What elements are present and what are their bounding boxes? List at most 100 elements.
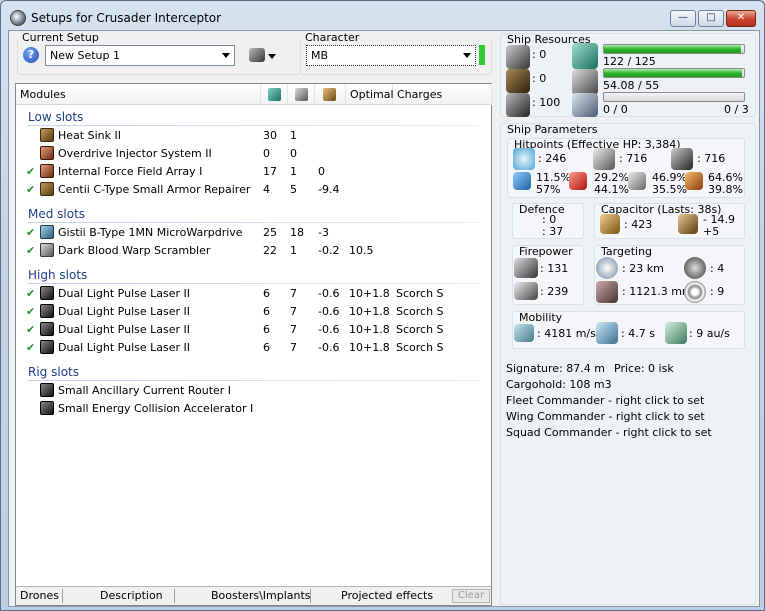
max-targets-icon xyxy=(684,257,706,279)
armor-icon xyxy=(593,148,615,170)
module-row[interactable]: ✔ Internal Force Field Array I 17 1 0 xyxy=(16,163,491,181)
module-row[interactable]: Small Ancillary Current Router I xyxy=(16,382,491,400)
help-icon[interactable]: ? xyxy=(23,47,39,63)
section-title: Med slots xyxy=(28,207,86,221)
col-modules[interactable]: Modules xyxy=(16,84,261,105)
maximize-button[interactable]: □ xyxy=(698,10,724,27)
overdrive-icon xyxy=(40,146,54,160)
tab-separator xyxy=(310,589,311,603)
armor-repairer-icon xyxy=(40,182,54,196)
module-row[interactable]: Overdrive Injector System II 0 0 xyxy=(16,145,491,163)
module-name: Dual Light Pulse Laser II xyxy=(58,341,191,354)
drone-bay-value: : 100 xyxy=(532,96,561,109)
close-button[interactable]: ✕ xyxy=(726,10,756,27)
module-charges: Scorch S xyxy=(396,323,444,336)
col-powergrid[interactable] xyxy=(288,84,315,105)
explosive-resist-bottom: 39.8% xyxy=(708,183,743,196)
calibration-value: 0 / 0 xyxy=(603,103,628,116)
kinetic-resist-bottom: 35.5% xyxy=(652,183,687,196)
module-capacitor: -0.6 xyxy=(318,287,340,300)
missile-dps-value: : 239 xyxy=(540,285,569,298)
module-charges: Scorch S xyxy=(396,341,444,354)
module-row[interactable]: ✔ Dual Light Pulse Laser II 6 7 -0.6 10+1.8 Sc… xyxy=(16,303,491,321)
drone-bay-icon xyxy=(506,93,530,117)
rig-router-icon xyxy=(40,383,54,397)
warp-speed-icon xyxy=(665,322,687,344)
module-capacitor: -0.6 xyxy=(318,341,340,354)
active-check-icon[interactable]: ✔ xyxy=(26,341,35,354)
em-resist-bottom: 57% xyxy=(536,183,561,196)
module-powergrid: 0 xyxy=(290,147,297,160)
module-name: Small Energy Collision Accelerator I xyxy=(58,402,254,415)
module-name: Dual Light Pulse Laser II xyxy=(58,287,191,300)
module-cpu: 4 xyxy=(263,183,270,196)
laser-icon xyxy=(40,322,54,336)
fleet-commander-slot[interactable]: Fleet Commander - right click to set xyxy=(506,394,704,407)
cpu-icon xyxy=(268,88,281,101)
clear-button[interactable]: Clear xyxy=(452,589,490,603)
module-row[interactable]: ✔ Dual Light Pulse Laser II 6 7 -0.6 10+1.8 Sc… xyxy=(16,321,491,339)
chevron-down-icon xyxy=(463,53,471,58)
module-cpu: 30 xyxy=(263,129,277,142)
max-velocity-value: : 4181 m/s xyxy=(537,327,596,340)
squad-commander-slot[interactable]: Squad Commander - right click to set xyxy=(506,426,712,439)
active-check-icon[interactable]: ✔ xyxy=(26,183,35,196)
module-row[interactable]: ✔ Centii C-Type Small Armor Repairer 4 5 -9.… xyxy=(16,181,491,199)
section-divider xyxy=(28,222,480,223)
active-check-icon[interactable]: ✔ xyxy=(26,323,35,336)
active-check-icon[interactable]: ✔ xyxy=(26,226,35,239)
shield-hp-value: : 246 xyxy=(538,152,567,165)
module-capacitor: -0.6 xyxy=(318,305,340,318)
price-value: Price: 0 isk xyxy=(614,362,674,375)
col-cpu[interactable] xyxy=(261,84,288,105)
active-check-icon[interactable]: ✔ xyxy=(26,244,35,257)
module-optimal: 10.5 xyxy=(349,244,374,257)
minimize-button[interactable]: — xyxy=(670,10,696,27)
module-row[interactable]: Small Energy Collision Accelerator I xyxy=(16,400,491,418)
powergrid-bar xyxy=(603,68,745,78)
active-check-icon[interactable]: ✔ xyxy=(26,287,35,300)
section-divider xyxy=(28,380,480,381)
setup-select[interactable]: New Setup 1 xyxy=(45,45,235,66)
col-charges[interactable]: Charges xyxy=(393,84,492,105)
turret-dps-value: : 131 xyxy=(540,262,569,275)
active-check-icon[interactable]: ✔ xyxy=(26,305,35,318)
module-optimal: 10+1.8 xyxy=(349,323,390,336)
warp-scrambler-icon xyxy=(40,243,54,257)
module-capacitor: -9.4 xyxy=(318,183,340,196)
turret-hardpoint-icon xyxy=(506,45,530,69)
module-row[interactable]: ✔ Dark Blood Warp Scrambler 22 1 -0.2 10.5 xyxy=(16,242,491,260)
module-row[interactable]: Heat Sink II 30 1 xyxy=(16,127,491,145)
col-optimal[interactable]: Optimal xyxy=(346,84,394,105)
heat-sink-icon xyxy=(40,128,54,142)
module-name: Dual Light Pulse Laser II xyxy=(58,323,191,336)
module-capacitor: 0 xyxy=(318,165,325,178)
active-check-icon[interactable]: ✔ xyxy=(26,165,35,178)
firepower-label: Firepower xyxy=(519,245,573,258)
sensor-strength-icon xyxy=(684,281,706,303)
module-row[interactable]: ✔ Dual Light Pulse Laser II 6 7 -0.6 10+1.8 Sc… xyxy=(16,285,491,303)
tab-description[interactable]: Description xyxy=(100,589,163,602)
align-time-icon xyxy=(596,322,618,344)
defence-value-b: : 37 xyxy=(542,225,564,238)
character-select-value: MB xyxy=(311,49,329,62)
module-cpu: 17 xyxy=(263,165,277,178)
tab-boosters-implants[interactable]: Boosters\Implants xyxy=(211,589,311,602)
col-capacitor[interactable] xyxy=(315,84,346,105)
chevron-down-icon[interactable] xyxy=(268,54,276,59)
module-name: Centii C-Type Small Armor Repairer xyxy=(58,183,251,196)
module-capacitor: -0.2 xyxy=(318,244,340,257)
setup-tools-icon[interactable] xyxy=(249,48,265,62)
tab-projected-effects[interactable]: Projected effects xyxy=(341,589,433,602)
tab-drones[interactable]: Drones xyxy=(20,589,59,602)
module-powergrid: 7 xyxy=(290,287,297,300)
shield-icon xyxy=(513,148,535,170)
module-name: Heat Sink II xyxy=(58,129,121,142)
module-name: Overdrive Injector System II xyxy=(58,147,212,160)
character-select[interactable]: MB xyxy=(306,45,476,66)
missile-damage-icon xyxy=(514,282,538,300)
module-row[interactable]: ✔ Dual Light Pulse Laser II 6 7 -0.6 10+1.8 Sc… xyxy=(16,339,491,357)
module-row[interactable]: ✔ Gistii B-Type 1MN MicroWarpdrive 25 18 -3 xyxy=(16,224,491,242)
module-powergrid: 18 xyxy=(290,226,304,239)
wing-commander-slot[interactable]: Wing Commander - right click to set xyxy=(506,410,705,423)
